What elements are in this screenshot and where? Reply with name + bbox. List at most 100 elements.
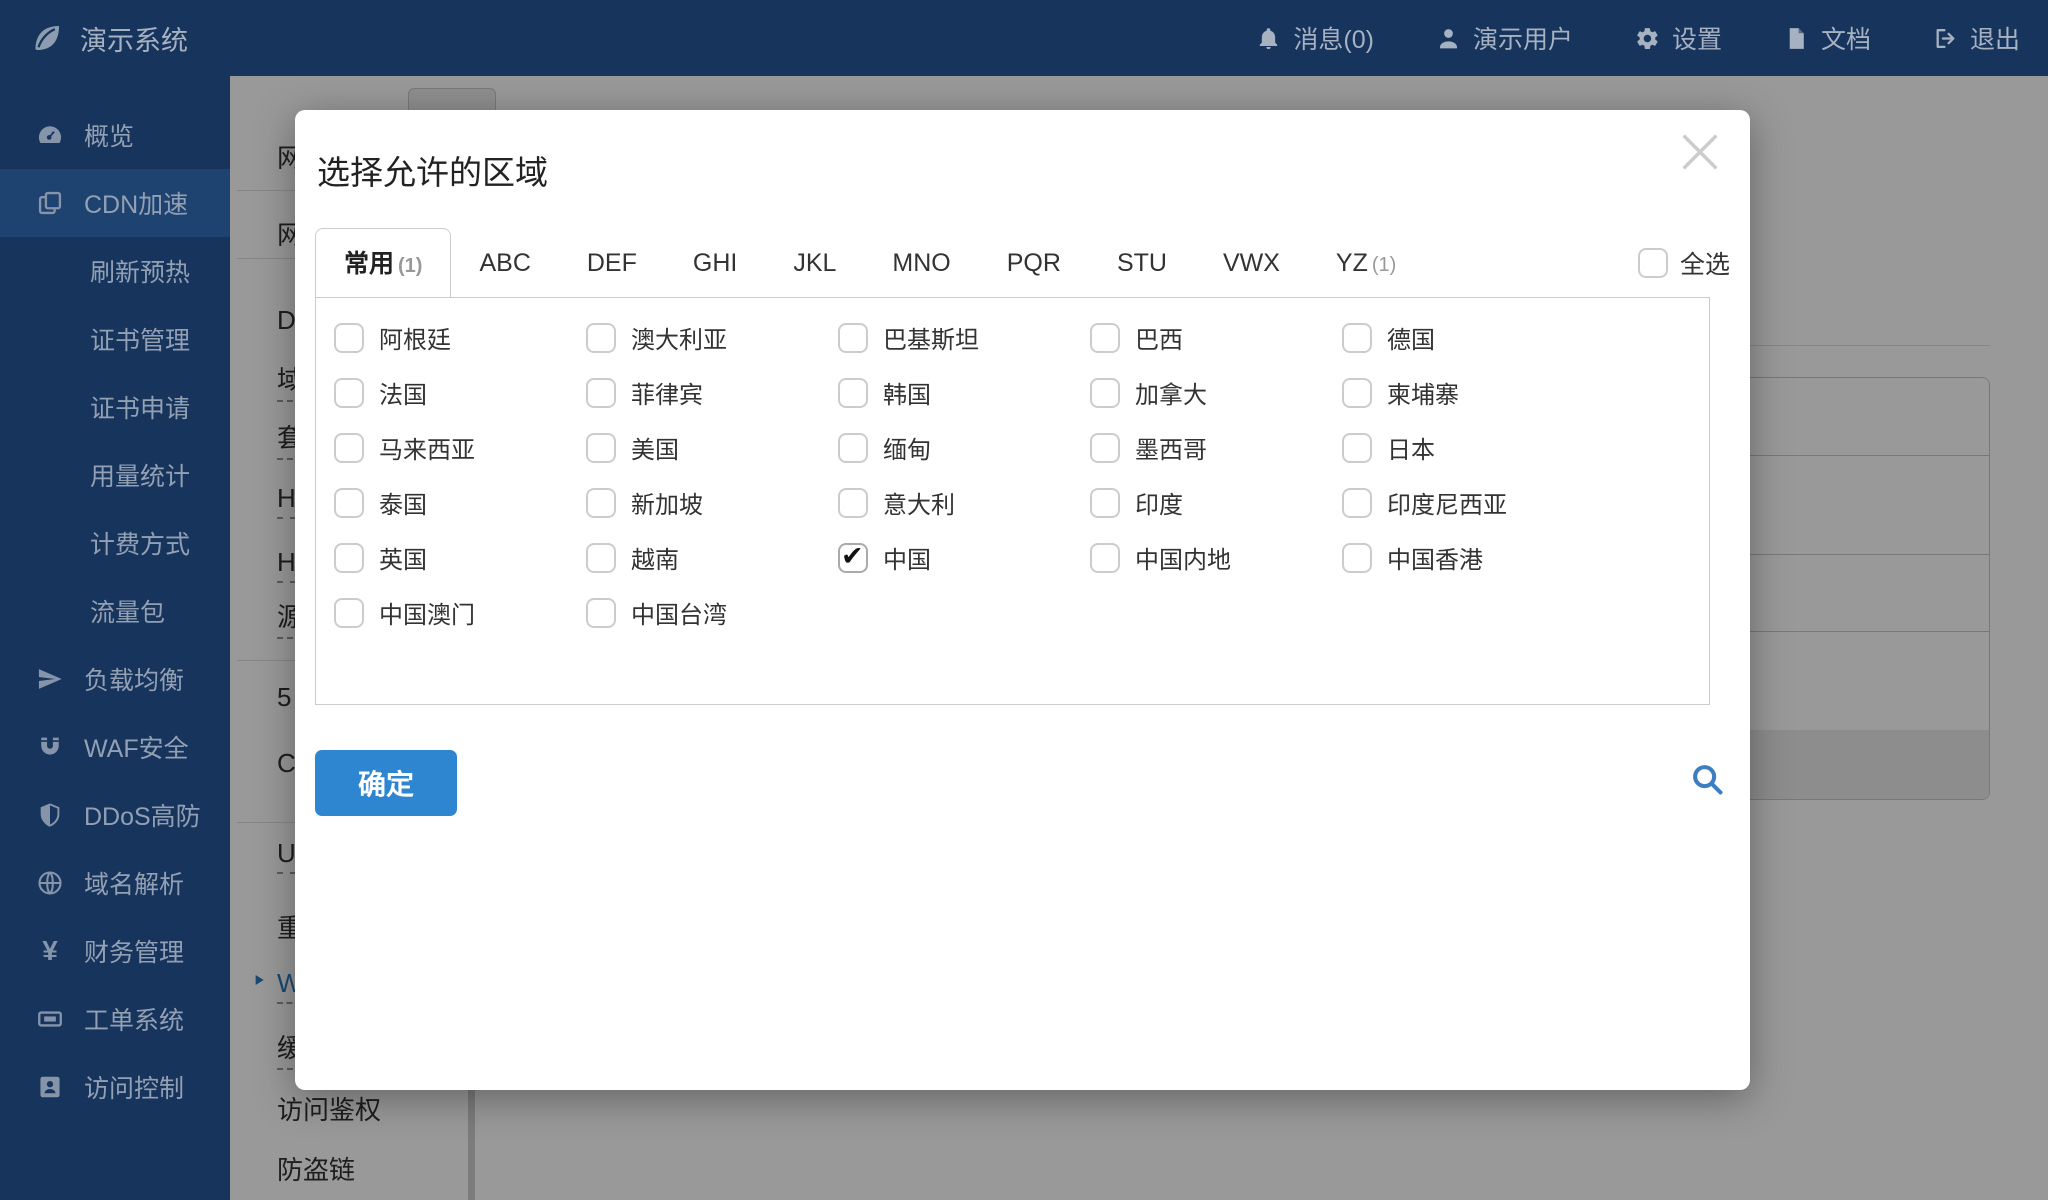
checkbox-unchecked[interactable]	[334, 432, 364, 463]
checkbox-unchecked[interactable]	[838, 322, 868, 353]
nav-item-退出[interactable]: 退出	[1933, 20, 2020, 56]
select-all-box[interactable]	[1637, 248, 1668, 278]
checkbox-checked[interactable]	[838, 541, 868, 573]
checkbox-unchecked[interactable]	[1342, 432, 1372, 463]
magnet-icon	[34, 731, 66, 763]
region-option-德国[interactable]: 德国	[1342, 320, 1594, 355]
sidebar-item-计费方式[interactable]: 计费方式	[0, 509, 230, 577]
confirm-button[interactable]: 确定	[315, 750, 457, 816]
region-option-中国澳门[interactable]: 中国澳门	[334, 595, 586, 630]
checkbox-unchecked[interactable]	[838, 487, 868, 518]
region-option-菲律宾[interactable]: 菲律宾	[586, 375, 838, 410]
checkbox-unchecked[interactable]	[1090, 322, 1120, 353]
checkbox-unchecked[interactable]	[586, 487, 616, 518]
checkbox-unchecked[interactable]	[1090, 432, 1120, 463]
tab-ABC[interactable]: ABC	[451, 228, 558, 298]
checkbox-unchecked[interactable]	[1342, 377, 1372, 408]
region-option-美国[interactable]: 美国	[586, 430, 838, 465]
checkbox-unchecked[interactable]	[1342, 322, 1372, 353]
checkbox-unchecked[interactable]	[1090, 542, 1120, 573]
tab-JKL[interactable]: JKL	[765, 228, 864, 298]
tab-VWX[interactable]: VWX	[1195, 228, 1308, 298]
checkbox-unchecked[interactable]	[334, 597, 364, 628]
tab-GHI[interactable]: GHI	[665, 228, 765, 298]
sidebar-item-流量包[interactable]: 流量包	[0, 577, 230, 645]
region-option-中国[interactable]: 中国	[838, 540, 1090, 575]
nav-item-设置[interactable]: 设置	[1635, 20, 1722, 56]
checkbox-unchecked[interactable]	[586, 432, 616, 463]
tab-MNO[interactable]: MNO	[864, 228, 978, 298]
region-option-柬埔寨[interactable]: 柬埔寨	[1342, 375, 1594, 410]
region-option-越南[interactable]: 越南	[586, 540, 838, 575]
checkbox-unchecked[interactable]	[334, 487, 364, 518]
region-label: 巴西	[1135, 327, 1183, 354]
app-brand[interactable]: 演示系统	[30, 19, 188, 58]
close-icon[interactable]	[1672, 124, 1728, 180]
app-brand-label: 演示系统	[80, 25, 188, 56]
sidebar-item-访问控制[interactable]: 访问控制	[0, 1053, 230, 1121]
tab-常用[interactable]: 常用 (1)	[315, 228, 452, 298]
select-all-checkbox[interactable]: 全选	[1637, 228, 1730, 298]
region-option-墨西哥[interactable]: 墨西哥	[1090, 430, 1342, 465]
checkbox-unchecked[interactable]	[334, 322, 364, 353]
region-option-日本[interactable]: 日本	[1342, 430, 1594, 465]
sidebar-item-负载均衡[interactable]: 负载均衡	[0, 645, 230, 713]
checkbox-unchecked[interactable]	[838, 432, 868, 463]
tab-PQR[interactable]: PQR	[979, 228, 1089, 298]
tab-DEF[interactable]: DEF	[559, 228, 665, 298]
checkbox-unchecked[interactable]	[1342, 542, 1372, 573]
checkbox-unchecked[interactable]	[1342, 487, 1372, 518]
region-option-中国香港[interactable]: 中国香港	[1342, 540, 1594, 575]
region-option-韩国[interactable]: 韩国	[838, 375, 1090, 410]
sidebar-item-证书申请[interactable]: 证书申请	[0, 373, 230, 441]
region-option-泰国[interactable]: 泰国	[334, 485, 586, 520]
region-option-澳大利亚[interactable]: 澳大利亚	[586, 320, 838, 355]
sidebar-item-用量统计[interactable]: 用量统计	[0, 441, 230, 509]
dialog-title: 选择允许的区域	[317, 154, 548, 191]
region-option-巴基斯坦[interactable]: 巴基斯坦	[838, 320, 1090, 355]
sidebar-item-财务管理[interactable]: ¥ 财务管理	[0, 917, 230, 985]
nav-item-文档[interactable]: 文档	[1784, 20, 1871, 56]
sidebar-item-概览[interactable]: 概览	[0, 101, 230, 169]
region-option-阿根廷[interactable]: 阿根廷	[334, 320, 586, 355]
sidebar-item-DDoS高防[interactable]: DDoS高防	[0, 781, 230, 849]
checkbox-unchecked[interactable]	[334, 377, 364, 408]
region-label: 德国	[1387, 327, 1435, 354]
region-option-中国台湾[interactable]: 中国台湾	[586, 595, 838, 630]
checkbox-unchecked[interactable]	[586, 377, 616, 408]
sidebar-item-工单系统[interactable]: 工单系统	[0, 985, 230, 1053]
region-option-马来西亚[interactable]: 马来西亚	[334, 430, 586, 465]
checkbox-unchecked[interactable]	[586, 542, 616, 573]
region-label: 澳大利亚	[631, 327, 727, 354]
tab-YZ[interactable]: YZ (1)	[1308, 228, 1424, 298]
checkbox-unchecked[interactable]	[1090, 377, 1120, 408]
region-option-印度[interactable]: 印度	[1090, 485, 1342, 520]
checkbox-unchecked[interactable]	[334, 542, 364, 573]
sidebar-item-证书管理[interactable]: 证书管理	[0, 305, 230, 373]
checkbox-unchecked[interactable]	[586, 597, 616, 628]
sidebar-item-域名解析[interactable]: 域名解析	[0, 849, 230, 917]
nav-item-消息(0)[interactable]: 消息(0)	[1256, 20, 1374, 56]
document-icon	[1784, 26, 1809, 51]
region-option-法国[interactable]: 法国	[334, 375, 586, 410]
checkbox-unchecked[interactable]	[838, 377, 868, 408]
tab-STU[interactable]: STU	[1089, 228, 1195, 298]
region-option-新加坡[interactable]: 新加坡	[586, 485, 838, 520]
region-option-英国[interactable]: 英国	[334, 540, 586, 575]
region-option-巴西[interactable]: 巴西	[1090, 320, 1342, 355]
nav-item-演示用户[interactable]: 演示用户	[1436, 20, 1573, 56]
region-option-中国内地[interactable]: 中国内地	[1090, 540, 1342, 575]
checkbox-unchecked[interactable]	[1090, 487, 1120, 518]
region-option-印度尼西亚[interactable]: 印度尼西亚	[1342, 485, 1594, 520]
search-icon[interactable]	[1688, 760, 1726, 798]
sidebar-item-WAF安全[interactable]: WAF安全	[0, 713, 230, 781]
region-option-意大利[interactable]: 意大利	[838, 485, 1090, 520]
tab-label: STU	[1116, 249, 1167, 277]
tab-label: 常用	[344, 250, 395, 278]
sidebar-item-CDN加速[interactable]: CDN加速	[0, 169, 230, 237]
globe-icon	[34, 867, 66, 899]
region-option-加拿大[interactable]: 加拿大	[1090, 375, 1342, 410]
sidebar-item-刷新预热[interactable]: 刷新预热	[0, 237, 230, 305]
checkbox-unchecked[interactable]	[586, 322, 616, 353]
region-option-缅甸[interactable]: 缅甸	[838, 430, 1090, 465]
